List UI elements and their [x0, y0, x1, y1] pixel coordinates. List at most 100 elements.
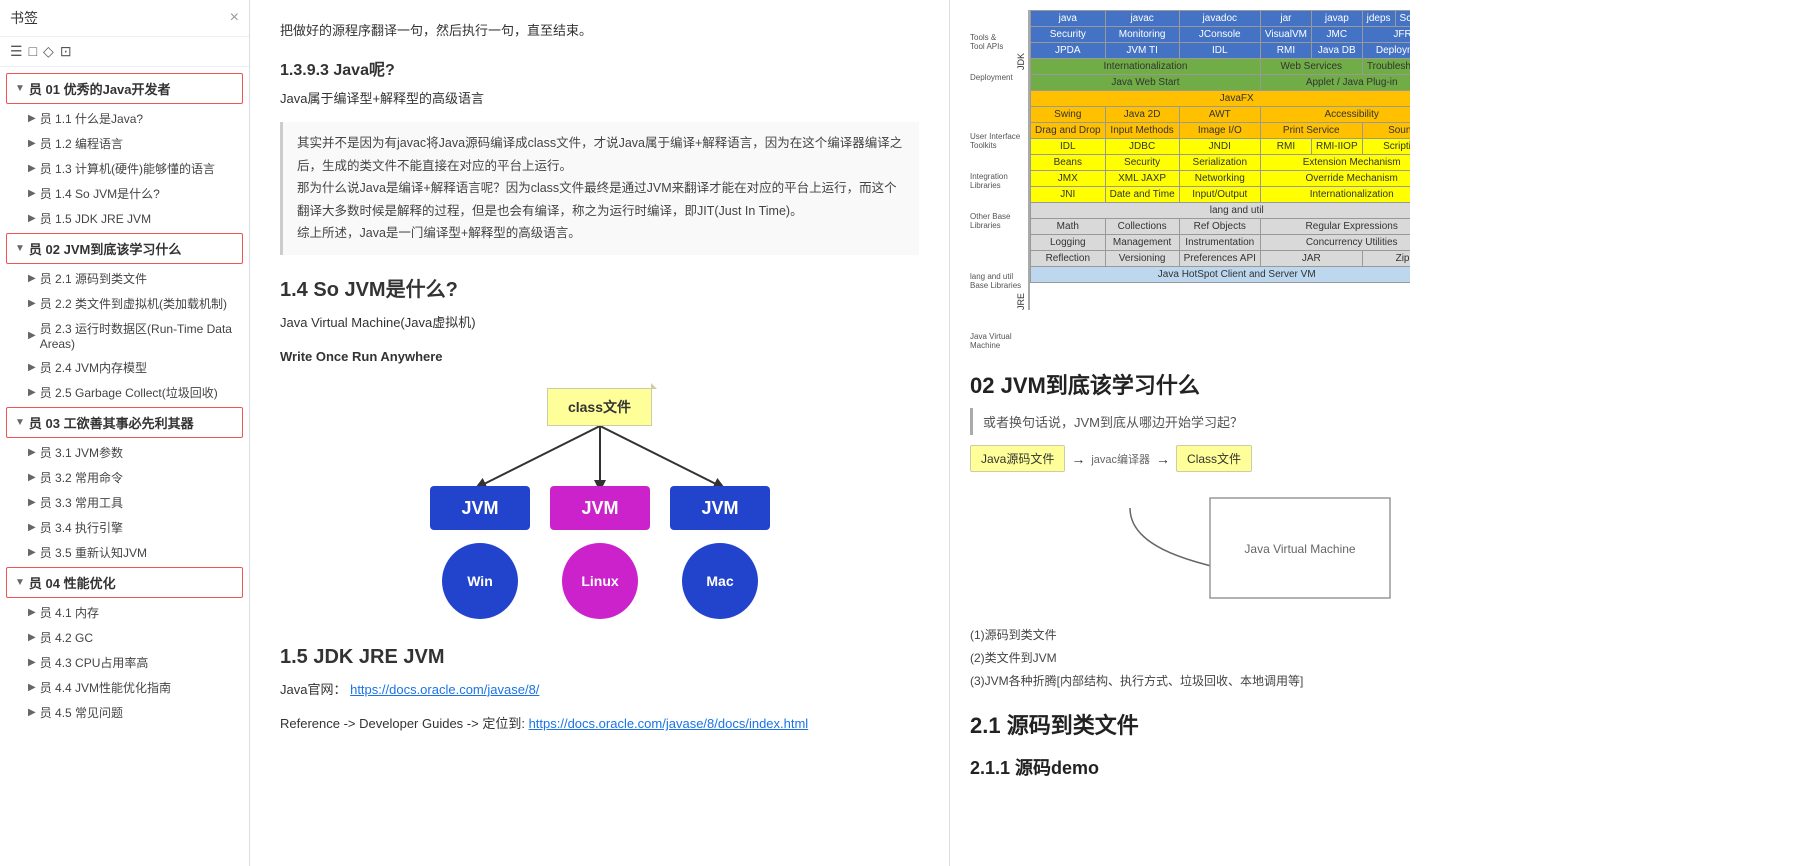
chevron-down-icon: ▼ [15, 243, 25, 254]
sidebar-item-2-2[interactable]: ▶员 2.2 类文件到虚拟机(类加载机制) [6, 291, 243, 316]
sidebar-header: 书签 × [0, 0, 249, 37]
table-cell: JMC [1311, 27, 1362, 43]
sidebar-item-2-3[interactable]: ▶员 2.3 运行时数据区(Run-Time Data Areas) [6, 316, 243, 355]
table-row: Reflection Versioning Preferences API JA… [1031, 251, 1411, 267]
sidebar-item-1-3[interactable]: ▶员 1.3 计算机(硬件)能够懂的语言 [6, 156, 243, 181]
toolbar-icon-1[interactable]: ☰ [10, 43, 23, 60]
table-cell: Java HotSpot Client and Server VM [1031, 267, 1411, 283]
table-row: Math Collections Ref Objects Regular Exp… [1031, 219, 1411, 235]
table-row: Internationalization Web Services Troubl… [1031, 59, 1411, 75]
sidebar-item-section-03[interactable]: ▼ 员 03 工欲善其事必先利其器 [6, 407, 243, 438]
table-cell: Regular Expressions [1260, 219, 1410, 235]
table-cell: Java DB [1311, 43, 1362, 59]
sidebar-item-2-5[interactable]: ▶员 2.5 Garbage Collect(垃圾回收) [6, 380, 243, 405]
java-url-link[interactable]: https://docs.oracle.com/javase/8/ [350, 682, 539, 697]
jvm-box-container: Java Virtual Machine [970, 488, 1410, 608]
table-row: Swing Java 2D AWT Accessibility [1031, 107, 1411, 123]
sidebar-item-4-1[interactable]: ▶员 4.1 内存 [6, 600, 243, 625]
table-cell: Instrumentation [1179, 235, 1260, 251]
sidebar-item-2-1[interactable]: ▶员 2.1 源码到类文件 [6, 266, 243, 291]
jvm-label: Java Virtual Machine [970, 332, 1030, 352]
table-cell: VisualVM [1260, 27, 1311, 43]
bullet-icon: ▶ [28, 213, 36, 224]
table-cell: Security [1031, 27, 1106, 43]
table-cell: JAR [1260, 251, 1362, 267]
flow-source: Java源码文件 [970, 445, 1065, 472]
table-cell: JNDI [1179, 139, 1260, 155]
sidebar-item-4-2[interactable]: ▶员 4.2 GC [6, 625, 243, 650]
chevron-down-icon: ▼ [15, 83, 25, 94]
table-cell: RMI-IIOP [1311, 139, 1362, 155]
table-cell: Troubleshooting [1362, 59, 1410, 75]
bullet-icon: ▶ [28, 472, 36, 483]
nav-section-01: ▼ 员 01 优秀的Java开发者 ▶员 1.1 什么是Java? ▶员 1.2… [6, 73, 243, 231]
jvm-flow-svg: Java Virtual Machine [1070, 488, 1410, 608]
table-cell: Preferences API [1179, 251, 1260, 267]
right-heading-21: 2.1 源码到类文件 [970, 708, 1410, 740]
table-cell: jar [1260, 11, 1311, 27]
bullet-icon: ▶ [28, 330, 36, 341]
sidebar-item-section-04[interactable]: ▼ 员 04 性能优化 [6, 567, 243, 598]
table-row: JavaFX [1031, 91, 1411, 107]
svg-text:JVM: JVM [461, 498, 498, 518]
table-cell: IDL [1031, 139, 1106, 155]
sidebar-item-1-5[interactable]: ▶员 1.5 JDK JRE JVM [6, 206, 243, 231]
sidebar-item-1-1[interactable]: ▶员 1.1 什么是Java? [6, 106, 243, 131]
table-cell: Collections [1105, 219, 1179, 235]
bullet-icon: ▶ [28, 707, 36, 718]
sidebar-item-4-4[interactable]: ▶员 4.4 JVM性能优化指南 [6, 675, 243, 700]
jdk-bracket-label: JDK [1016, 10, 1030, 70]
svg-text:Linux: Linux [581, 573, 619, 589]
close-icon[interactable]: × [230, 9, 239, 27]
nav-section-02: ▼ 员 02 JVM到底该学习什么 ▶员 2.1 源码到类文件 ▶员 2.2 类… [6, 233, 243, 405]
right-heading-211: 2.1.1 源码demo [970, 754, 1410, 780]
table-cell: Image I/O [1179, 123, 1260, 139]
toolbar-icon-4[interactable]: ⊡ [60, 43, 72, 60]
flow-diagram: Java源码文件 → javac编译器 → Class文件 [970, 445, 1410, 472]
sidebar-item-section-01[interactable]: ▼ 员 01 优秀的Java开发者 [6, 73, 243, 104]
bullet-icon: ▶ [28, 497, 36, 508]
toolbar-icon-3[interactable]: ◇ [43, 43, 54, 60]
desc-14: Java Virtual Machine(Java虚拟机) [280, 312, 919, 334]
sidebar-title: 书签 [10, 8, 38, 28]
sidebar-item-1-4[interactable]: ▶员 1.4 So JVM是什么? [6, 181, 243, 206]
bullet-icon: ▶ [28, 447, 36, 458]
jre-bracket-label: JRE [1016, 70, 1030, 310]
quote-or-text: 或者换句话说，JVM到底从哪边开始学习起？ [983, 415, 1243, 430]
class-file-box: class文件 [547, 388, 652, 426]
bullet-icon: ▶ [28, 522, 36, 533]
sidebar-item-4-3[interactable]: ▶员 4.3 CPU占用率高 [6, 650, 243, 675]
table-row: lang and util [1031, 203, 1411, 219]
toolbar-icon-2[interactable]: □ [29, 43, 37, 60]
sidebar-item-2-4[interactable]: ▶员 2.4 JVM内存模型 [6, 355, 243, 380]
sidebar-item-3-1[interactable]: ▶员 3.1 JVM参数 [6, 440, 243, 465]
sidebar-nav: ▼ 员 01 优秀的Java开发者 ▶员 1.1 什么是Java? ▶员 1.2… [0, 67, 249, 731]
sidebar-item-3-4[interactable]: ▶员 3.4 执行引擎 [6, 515, 243, 540]
table-cell: JNI [1031, 187, 1106, 203]
sidebar-item-1-2[interactable]: ▶员 1.2 编程语言 [6, 131, 243, 156]
bullet-icon: ▶ [28, 113, 36, 124]
table-cell: Print Service [1260, 123, 1362, 139]
sidebar-item-3-2[interactable]: ▶员 3.2 常用命令 [6, 465, 243, 490]
svg-text:JVM: JVM [581, 498, 618, 518]
table-cell: Versioning [1105, 251, 1179, 267]
table-cell: Networking [1179, 171, 1260, 187]
table-cell: Input Methods [1105, 123, 1179, 139]
bullet-icon: ▶ [28, 273, 36, 284]
table-cell: javac [1105, 11, 1179, 27]
sidebar-item-section-02[interactable]: ▼ 员 02 JVM到底该学习什么 [6, 233, 243, 264]
write-once: Write Once Run Anywhere [280, 346, 919, 368]
table-row: Logging Management Instrumentation Concu… [1031, 235, 1411, 251]
sidebar-item-4-5[interactable]: ▶员 4.5 常见问题 [6, 700, 243, 725]
reference-url-link[interactable]: https://docs.oracle.com/javase/8/docs/in… [529, 716, 809, 731]
table-cell: Internationalization [1260, 187, 1410, 203]
sidebar-item-3-3[interactable]: ▶员 3.3 常用工具 [6, 490, 243, 515]
sidebar-item-3-5[interactable]: ▶员 3.5 重新认知JVM [6, 540, 243, 565]
heading-14: 1.4 So JVM是什么? [280, 273, 919, 302]
nav-section-03: ▼ 员 03 工欲善其事必先利其器 ▶员 3.1 JVM参数 ▶员 3.2 常用… [6, 407, 243, 565]
table-cell: jdeps [1362, 11, 1395, 27]
table-cell: Reflection [1031, 251, 1106, 267]
table-row: Java Web Start Applet / Java Plug-in [1031, 75, 1411, 91]
table-cell: Scripting [1362, 139, 1410, 155]
flow-label-1: javac编译器 [1091, 451, 1150, 467]
